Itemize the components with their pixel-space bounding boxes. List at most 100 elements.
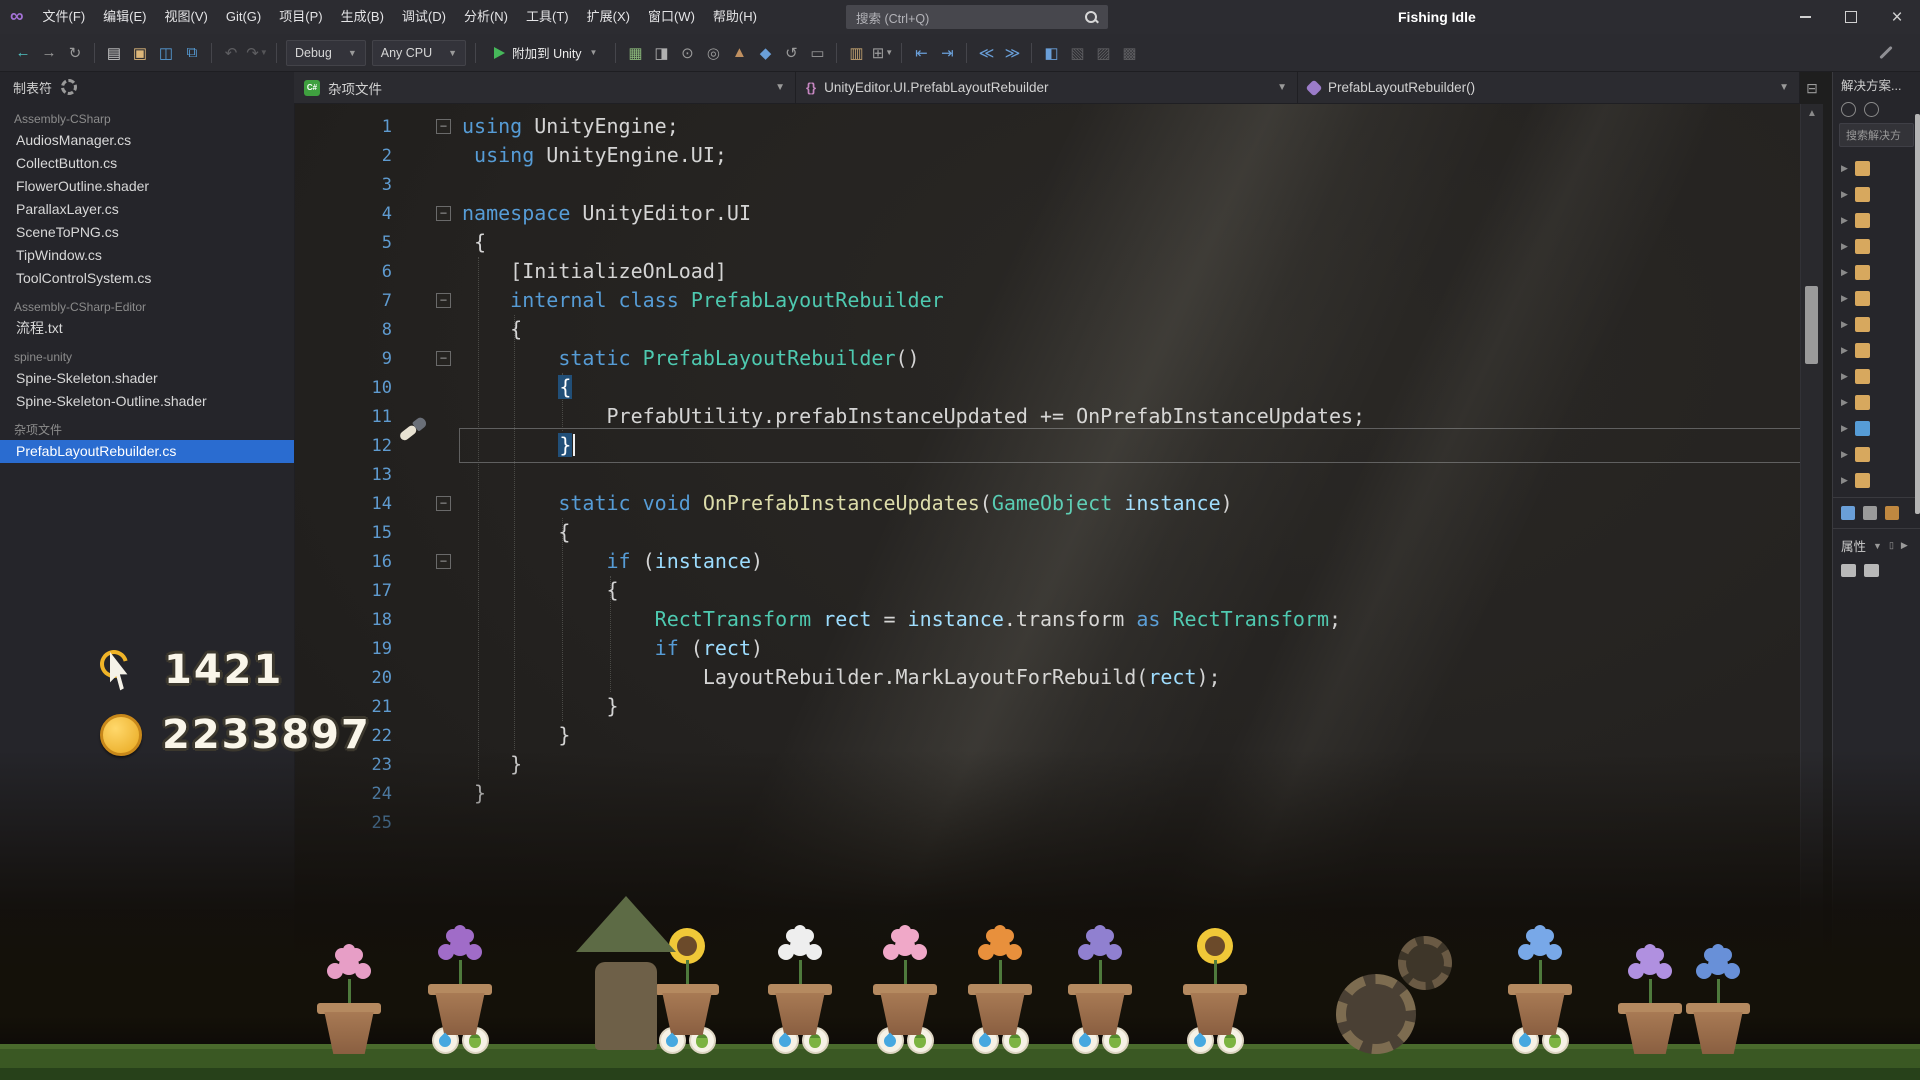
sidebar-item[interactable]: AudiosManager.cs — [0, 129, 294, 152]
bookmark-button[interactable]: ◧ — [1038, 40, 1064, 66]
sidebar-item[interactable]: Spine-Skeleton-Outline.shader — [0, 390, 294, 413]
code-line-3[interactable]: 3 — [294, 170, 1800, 199]
panel-scrollbar[interactable] — [1915, 114, 1920, 514]
sidebar-item[interactable]: Spine-Skeleton.shader — [0, 367, 294, 390]
sidebar-item[interactable]: FlowerOutline.shader — [0, 175, 294, 198]
outdent-button[interactable]: ≪ — [973, 40, 999, 66]
menu-item[interactable]: 分析(N) — [455, 0, 517, 34]
save-button[interactable]: ◫ — [153, 40, 179, 66]
menu-item[interactable]: Git(G) — [217, 0, 270, 34]
solution-tree-item[interactable]: ▶ — [1833, 467, 1920, 493]
close-button[interactable]: × — [1874, 0, 1920, 34]
solution-tree-item[interactable]: ▶ — [1833, 259, 1920, 285]
menu-item[interactable]: 窗口(W) — [639, 0, 704, 34]
fold-collapse-icon[interactable]: − — [436, 351, 451, 366]
fold-collapse-icon[interactable]: − — [436, 119, 451, 134]
fold-collapse-icon[interactable]: − — [436, 496, 451, 511]
code-line-23[interactable]: 23 } — [294, 750, 1800, 779]
grid-button[interactable]: ⊞▼ — [869, 40, 895, 66]
sidebar-item[interactable]: PrefabLayoutRebuilder.cs — [0, 440, 294, 463]
sidebar-item[interactable]: ParallaxLayer.cs — [0, 198, 294, 221]
code-line-20[interactable]: 20 LayoutRebuilder.MarkLayoutForRebuild(… — [294, 663, 1800, 692]
breadcrumb-file-dropdown[interactable]: C# 杂项文件 ▼ — [294, 72, 796, 103]
scroll-up-icon[interactable]: ▲ — [1801, 104, 1823, 119]
new-file-button[interactable]: ▤ — [101, 40, 127, 66]
solution-search-input[interactable]: 搜索解决方 — [1839, 123, 1914, 147]
menu-item[interactable]: 工具(T) — [517, 0, 578, 34]
menu-item[interactable]: 帮助(H) — [704, 0, 766, 34]
scrollbar-thumb[interactable] — [1805, 286, 1818, 364]
sidebar-item[interactable]: CollectButton.cs — [0, 152, 294, 175]
flower-pot[interactable] — [317, 941, 381, 1054]
flower-pot[interactable] — [1618, 941, 1682, 1054]
maximize-button[interactable] — [1828, 0, 1874, 34]
tab-icon[interactable] — [1863, 506, 1877, 520]
tab-icon[interactable] — [1841, 506, 1855, 520]
breadcrumb-type-dropdown[interactable]: {} UnityEditor.UI.PrefabLayoutRebuilder … — [796, 72, 1298, 103]
open-folder-button[interactable]: ▣ — [127, 40, 153, 66]
fold-collapse-icon[interactable]: − — [436, 293, 451, 308]
redo-button[interactable]: ↷▼ — [244, 40, 270, 66]
solution-tree-item[interactable]: ▶ — [1833, 233, 1920, 259]
sidebar-item[interactable]: ToolControlSystem.cs — [0, 267, 294, 290]
target-button[interactable]: ⊙ — [674, 40, 700, 66]
compass-button[interactable]: ◎ — [700, 40, 726, 66]
flower-pot[interactable] — [1068, 922, 1132, 1054]
solution-tree-item[interactable]: ▶ — [1833, 415, 1920, 441]
capture-button[interactable]: ◨ — [648, 40, 674, 66]
flower-pot[interactable] — [1508, 922, 1572, 1054]
sidebar-item[interactable]: SceneToPNG.cs — [0, 221, 294, 244]
shield-button[interactable]: ◆ — [752, 40, 778, 66]
platform-dropdown[interactable]: Any CPU▼ — [372, 40, 466, 66]
menu-item[interactable]: 视图(V) — [156, 0, 217, 34]
code-line-8[interactable]: 8 { — [294, 315, 1800, 344]
more-commands-button[interactable]: ▩ — [1116, 40, 1142, 66]
tab-icon[interactable] — [1885, 506, 1899, 520]
package-button[interactable]: ▥ — [843, 40, 869, 66]
sidebar-item[interactable]: 流程.txt — [0, 317, 294, 340]
menu-item[interactable]: 扩展(X) — [578, 0, 639, 34]
split-editor-icon[interactable]: ⊟ — [1800, 74, 1824, 102]
minimize-button[interactable] — [1782, 0, 1828, 34]
solution-tree-item[interactable]: ▶ — [1833, 181, 1920, 207]
refresh-button[interactable]: ↻ — [62, 40, 88, 66]
code-line-9[interactable]: 9− static PrefabLayoutRebuilder() — [294, 344, 1800, 373]
indent-button[interactable]: ≫ — [999, 40, 1025, 66]
code-line-21[interactable]: 21 } — [294, 692, 1800, 721]
code-line-15[interactable]: 15 { — [294, 518, 1800, 547]
code-line-25[interactable]: 25 — [294, 808, 1800, 837]
gear-icon[interactable] — [61, 79, 77, 95]
code-line-11[interactable]: 11 PrefabUtility.prefabInstanceUpdated +… — [294, 402, 1800, 431]
code-line-22[interactable]: 22 } — [294, 721, 1800, 750]
properties-header[interactable]: 属性 ▼ ▯ ▶ — [1833, 528, 1920, 562]
global-search-input[interactable]: 搜索 (Ctrl+Q) — [846, 5, 1108, 29]
uncomment-button[interactable]: ▨ — [1090, 40, 1116, 66]
code-line-18[interactable]: 18 RectTransform rect = instance.transfo… — [294, 605, 1800, 634]
solution-tree-item[interactable]: ▶ — [1833, 389, 1920, 415]
nav-back-button[interactable]: ← — [10, 40, 36, 66]
solution-tree-item[interactable]: ▶ — [1833, 285, 1920, 311]
code-line-12[interactable]: 12 } — [294, 431, 1800, 460]
flower-pot[interactable] — [768, 922, 832, 1054]
scene-view-button[interactable]: ▦ — [622, 40, 648, 66]
fold-collapse-icon[interactable]: − — [436, 206, 451, 221]
breadcrumb-member-dropdown[interactable]: PrefabLayoutRebuilder() ▼ — [1298, 72, 1800, 103]
code-line-17[interactable]: 17 { — [294, 576, 1800, 605]
fold-collapse-icon[interactable]: − — [436, 554, 451, 569]
code-line-16[interactable]: 16− if (instance) — [294, 547, 1800, 576]
code-line-6[interactable]: 6 [InitializeOnLoad] — [294, 257, 1800, 286]
code-line-14[interactable]: 14− static void OnPrefabInstanceUpdates(… — [294, 489, 1800, 518]
menu-item[interactable]: 调试(D) — [393, 0, 455, 34]
attach-to-unity-button[interactable]: 附加到 Unity▼ — [485, 40, 606, 66]
code-line-2[interactable]: 2 using UnityEngine.UI; — [294, 141, 1800, 170]
comment-button[interactable]: ▧ — [1064, 40, 1090, 66]
flower-pot[interactable] — [968, 922, 1032, 1054]
measure-button[interactable]: ▭ — [804, 40, 830, 66]
flower-pot[interactable] — [1183, 918, 1247, 1054]
sidebar-item[interactable]: TipWindow.cs — [0, 244, 294, 267]
build-tools-button[interactable]: ▲ — [726, 40, 752, 66]
menu-item[interactable]: 生成(B) — [332, 0, 393, 34]
code-line-19[interactable]: 19 if (rect) — [294, 634, 1800, 663]
flower-pot[interactable] — [428, 922, 492, 1054]
editor-scrollbar[interactable]: ▲ — [1800, 104, 1823, 1080]
